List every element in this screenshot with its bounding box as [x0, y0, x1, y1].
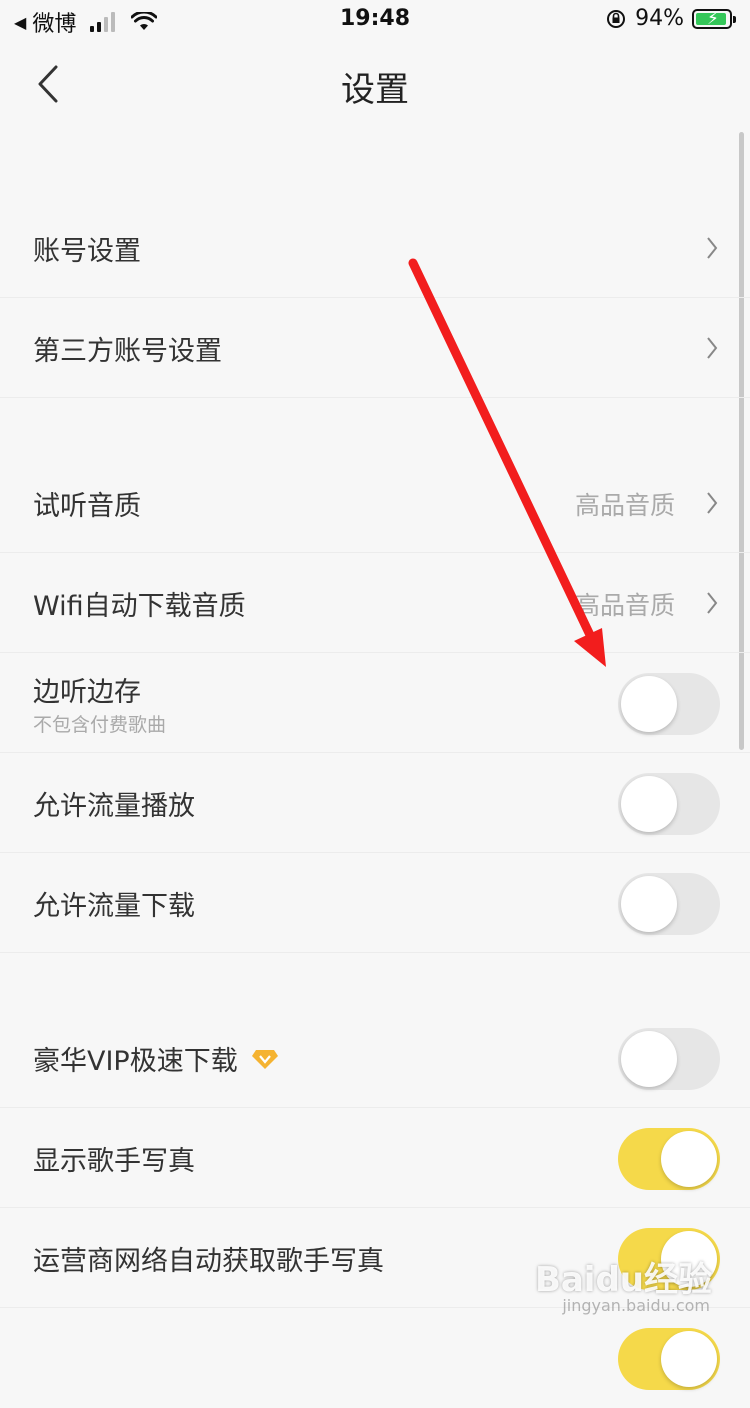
toggle-knob	[621, 1031, 677, 1087]
settings-row-wifi-download-quality[interactable]: Wifi自动下载音质 高品音质	[0, 553, 750, 653]
row-label: 豪华VIP极速下载	[33, 1046, 238, 1077]
toggle-knob	[621, 676, 677, 732]
row-label: 第三方账号设置	[33, 336, 222, 367]
row-sublabel: 不包含付费歌曲	[33, 714, 167, 736]
chevron-right-icon	[707, 492, 718, 514]
row-value: 高品音质	[574, 491, 675, 520]
chevron-right-icon	[707, 237, 718, 259]
settings-row-vip-fast-download: 豪华VIP极速下载	[0, 1008, 750, 1108]
chevron-right-icon	[707, 592, 718, 614]
battery-icon: ⚡	[692, 8, 736, 29]
row-value: 高品音质	[574, 591, 675, 620]
row-label: 账号设置	[33, 236, 141, 267]
row-label: 试听音质	[33, 491, 141, 522]
settings-row-preview-quality[interactable]: 试听音质 高品音质	[0, 453, 750, 553]
page-title: 设置	[341, 70, 409, 110]
watermark-url: jingyan.baidu.com	[562, 1296, 710, 1315]
settings-row-cache-while-listening: 边听边存 不包含付费歌曲	[0, 653, 750, 753]
toggle-knob	[661, 1331, 717, 1387]
orientation-lock-icon	[607, 9, 626, 28]
next-row-toggle[interactable]	[618, 1328, 720, 1390]
row-label: 允许流量下载	[33, 891, 195, 922]
toggle-knob	[621, 776, 677, 832]
settings-row-allow-data-playback: 允许流量播放	[0, 753, 750, 853]
allow-data-download-toggle[interactable]	[618, 873, 720, 935]
nav-bar: 设置	[0, 40, 750, 130]
row-label: 显示歌手写真	[33, 1146, 195, 1177]
chevron-right-icon	[707, 337, 718, 359]
vip-diamond-icon	[251, 1049, 278, 1069]
toggle-knob	[621, 876, 677, 932]
row-label: 边听边存	[33, 677, 141, 708]
row-label: Wifi自动下载音质	[33, 591, 246, 622]
settings-row-show-artist-photo: 显示歌手写真	[0, 1108, 750, 1208]
row-label-wrap: 豪华VIP极速下载	[33, 1039, 278, 1078]
battery-percent: 94%	[635, 6, 684, 31]
settings-row-third-party-account[interactable]: 第三方账号设置	[0, 298, 750, 398]
toggle-knob	[661, 1131, 717, 1187]
settings-row-account[interactable]: 账号设置	[0, 198, 750, 298]
vip-fast-download-toggle[interactable]	[618, 1028, 720, 1090]
row-label: 运营商网络自动获取歌手写真	[33, 1246, 384, 1277]
cache-while-listening-toggle[interactable]	[618, 673, 720, 735]
show-artist-photo-toggle[interactable]	[618, 1128, 720, 1190]
settings-row-next-partial	[0, 1308, 750, 1408]
allow-data-playback-toggle[interactable]	[618, 773, 720, 835]
row-label: 允许流量播放	[33, 791, 195, 822]
watermark-logo: Baidu经验	[534, 1260, 712, 1300]
status-right: 94% ⚡	[605, 6, 736, 31]
status-bar: ◀ 微博 19:48 94% ⚡	[0, 0, 750, 40]
settings-row-allow-data-download: 允许流量下载	[0, 853, 750, 953]
